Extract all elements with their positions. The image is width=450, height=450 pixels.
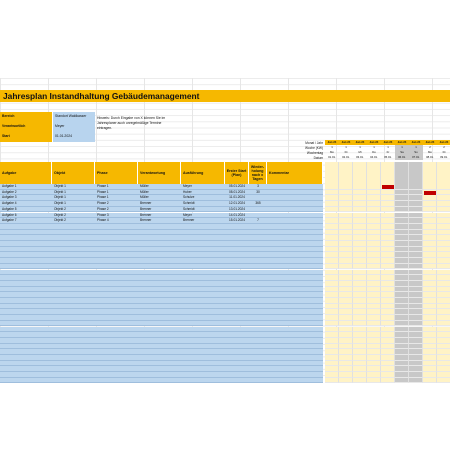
gantt-cell[interactable] <box>353 377 367 384</box>
gantt-header-filler <box>353 162 367 184</box>
cell-start[interactable] <box>225 377 249 384</box>
col-aufgabe[interactable]: Aufgabe <box>0 162 52 184</box>
spreadsheet: Jahresplan Instandhaltung Gebäudemanagem… <box>0 0 450 450</box>
gantt-day-column: Jan 24 2 Di 09.01. <box>437 140 450 162</box>
col-erster-start[interactable]: Erster Start (Plan) <box>225 162 249 184</box>
col-verantwortung[interactable]: Verantwortung <box>138 162 181 184</box>
hint-text: Hinweis: Durch Eingabe von X können Sie … <box>97 116 166 131</box>
cell-ausfuehrung[interactable] <box>181 377 225 384</box>
gantt-label-month: Monat / Jahr <box>305 141 323 145</box>
meta-value-verantwortlich[interactable]: Meyer <box>52 122 95 132</box>
gantt-day-column: Jan 24 1 So 07.01. <box>409 140 423 162</box>
cell-aufgabe[interactable] <box>0 377 52 384</box>
gantt-date-cell: 05.01. <box>384 155 392 159</box>
col-ausfuehrung[interactable]: Ausführung <box>181 162 225 184</box>
gantt-cell[interactable] <box>437 377 450 384</box>
gantt-header-filler <box>423 162 437 184</box>
gantt-label-week: Woche (KW) <box>304 146 323 150</box>
gantt-day-column: Jan 24 1 Do 04.01. <box>367 140 381 162</box>
gantt-header-filler <box>339 162 353 184</box>
cell-kommentar[interactable] <box>267 377 323 384</box>
gantt-day-column: Jan 24 1 Sa 06.01. <box>395 140 409 162</box>
gantt-cell[interactable] <box>381 377 395 384</box>
gantt-date-cell: 08.01. <box>426 155 434 159</box>
col-phase[interactable]: Phase <box>95 162 138 184</box>
gantt-day-column: Jan 24 1 Mi 03.01. <box>353 140 367 162</box>
gantt-date-cell: 04.01. <box>370 155 378 159</box>
gantt-date-cell: 06.01. <box>395 155 409 160</box>
meta-label-verantwortlich: Verantwortlich <box>0 122 52 132</box>
gantt-cell[interactable] <box>367 377 381 384</box>
gantt-header-filler <box>381 162 395 184</box>
gantt-cell[interactable] <box>395 377 409 384</box>
cell-objekt[interactable] <box>52 377 95 384</box>
gantt-cell[interactable] <box>339 377 353 384</box>
gantt-day-column: Jan 24 1 Di 02.01. <box>339 140 353 162</box>
gantt-header-filler <box>367 162 381 184</box>
table-row <box>0 377 450 384</box>
col-kommentar[interactable]: Kommentar <box>267 162 323 184</box>
gantt-cell[interactable] <box>423 377 437 384</box>
meta-label-bereich: Bereich <box>0 112 52 122</box>
gantt-date-cell: 01.01. <box>328 155 336 159</box>
meta-value-start[interactable]: 01.01.2024 <box>52 132 95 142</box>
title-bar: Jahresplan Instandhaltung Gebäudemanagem… <box>0 90 450 102</box>
gantt-date-cell: 02.01. <box>342 155 350 159</box>
gantt-header-filler <box>437 162 450 184</box>
col-wiederholung[interactable]: Wieder-holung nach x Tagen <box>249 162 267 184</box>
cell-wdh[interactable] <box>249 377 267 384</box>
gantt-header-filler <box>325 162 339 184</box>
gantt-bar <box>424 190 436 195</box>
gantt-date-cell: 07.01. <box>409 155 423 160</box>
gantt-day-column: Jan 24 1 Mo 01.01. <box>325 140 339 162</box>
meta-label-start: Start <box>0 132 52 142</box>
gantt-cell[interactable] <box>409 377 423 384</box>
gantt-day-column: Jan 24 2 Mo 08.01. <box>423 140 437 162</box>
gantt-cell[interactable] <box>325 377 339 384</box>
gantt-date-cell: 09.01. <box>440 155 448 159</box>
cell-phase[interactable] <box>95 377 138 384</box>
gantt-label-date: Datum <box>313 156 323 160</box>
col-objekt[interactable]: Objekt <box>52 162 95 184</box>
page-title: Jahresplan Instandhaltung Gebäudemanagem… <box>3 91 200 101</box>
gantt-header-filler <box>395 162 409 184</box>
gantt-bar <box>382 185 394 189</box>
gantt-label-weekday: Wochentag <box>306 151 323 155</box>
gantt-header-filler <box>409 162 423 184</box>
meta-value-bereich[interactable]: Standort Waldkasser <box>52 112 95 122</box>
gantt-day-column: Jan 24 1 Fr 05.01. <box>381 140 395 162</box>
cell-verantwortung[interactable] <box>138 377 181 384</box>
gantt-date-cell: 03.01. <box>356 155 364 159</box>
